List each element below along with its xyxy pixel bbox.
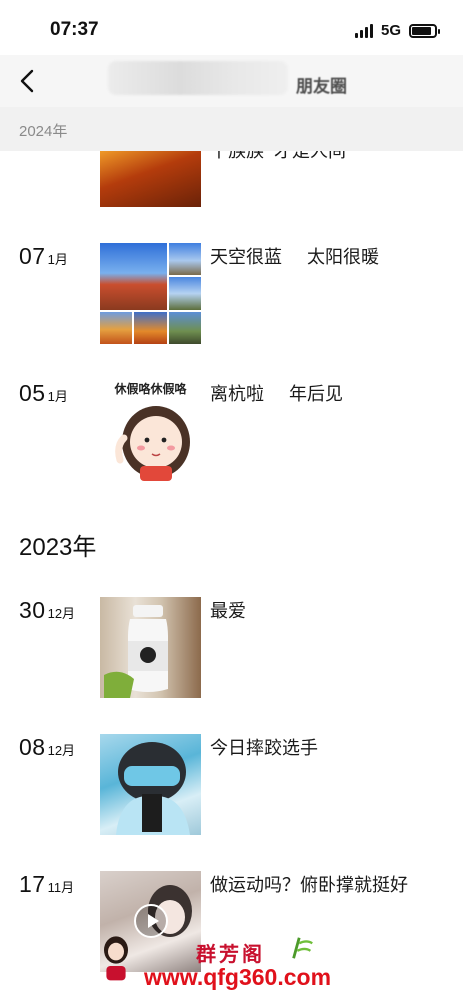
watermark-logo-icon: [104, 936, 128, 981]
post-text: 做运动吗？俯卧撑就挺好: [210, 875, 408, 895]
post-item[interactable]: 30 12月 最爱: [0, 597, 463, 699]
battery-icon: [409, 23, 440, 38]
post-day: 17: [19, 871, 46, 897]
post-day: 30: [19, 597, 46, 623]
post-text: 天空很蓝 太阳很暖: [210, 247, 380, 267]
post-text: 今日摔跤选手: [210, 738, 318, 758]
photo: [134, 311, 167, 344]
network-type: 5G: [380, 22, 401, 39]
post-thumbnail-grid[interactable]: [100, 243, 201, 344]
post-thumbnail-sticker[interactable]: 休假咯休假咯: [100, 380, 201, 481]
post-text: 离杭啦 年后见: [210, 384, 344, 404]
post-date: 17 11月: [19, 871, 74, 898]
post-thumbnail[interactable]: [100, 597, 201, 698]
photo: [100, 243, 167, 310]
post-day: 07: [19, 243, 46, 269]
post-text: 最爱: [210, 601, 246, 621]
post-date: 08 12月: [19, 734, 75, 761]
back-button[interactable]: [16, 67, 40, 95]
page-title: 朋友圈: [296, 77, 347, 96]
post-day: 05: [19, 380, 46, 406]
nav-bar: 朋友圈: [0, 55, 463, 107]
signal-icon: [354, 23, 373, 38]
status-indicators: 5G: [354, 22, 440, 39]
photo: [168, 243, 201, 276]
chevron-left-icon: [20, 69, 34, 93]
photo: [168, 311, 201, 344]
helmet-selfie-icon: [116, 742, 190, 835]
post-month: 1月: [47, 252, 68, 267]
bamboo-icon: [292, 937, 313, 959]
year-header: 2023年: [19, 534, 97, 561]
post-month: 11月: [47, 880, 75, 895]
photo: [100, 311, 133, 344]
photo: [168, 277, 201, 310]
watermark: 群芳阁 www.qfg360.com: [100, 928, 400, 1000]
battery-level: [412, 26, 431, 35]
post-item[interactable]: 05 1月 休假咯休假咯 离杭啦 年后见: [0, 380, 463, 482]
post-item[interactable]: 07 1月 天空很蓝 太阳很暖: [0, 243, 463, 345]
post-date: 07 1月: [19, 243, 68, 270]
blurred-username: [108, 61, 288, 95]
post-month: 12月: [47, 743, 76, 758]
post-thumbnail[interactable]: [100, 734, 201, 835]
post-date: 30 12月: [19, 597, 75, 624]
watermark-title: 群芳阁: [196, 944, 265, 966]
status-bar: 07:37 5G: [0, 0, 463, 60]
cartoon-girl-icon: [115, 406, 190, 481]
post-month: 12月: [47, 606, 76, 621]
watermark-url: www.qfg360.com: [144, 964, 332, 990]
milk-bottle-icon: [104, 605, 168, 698]
status-time: 07:37: [50, 19, 99, 40]
sticky-year-header: 2024年: [0, 107, 463, 151]
post-day: 08: [19, 734, 46, 760]
post-item[interactable]: 08 12月 今日摔跤选手: [0, 734, 463, 836]
post-date: 05 1月: [19, 380, 68, 407]
post-month: 1月: [47, 389, 68, 404]
